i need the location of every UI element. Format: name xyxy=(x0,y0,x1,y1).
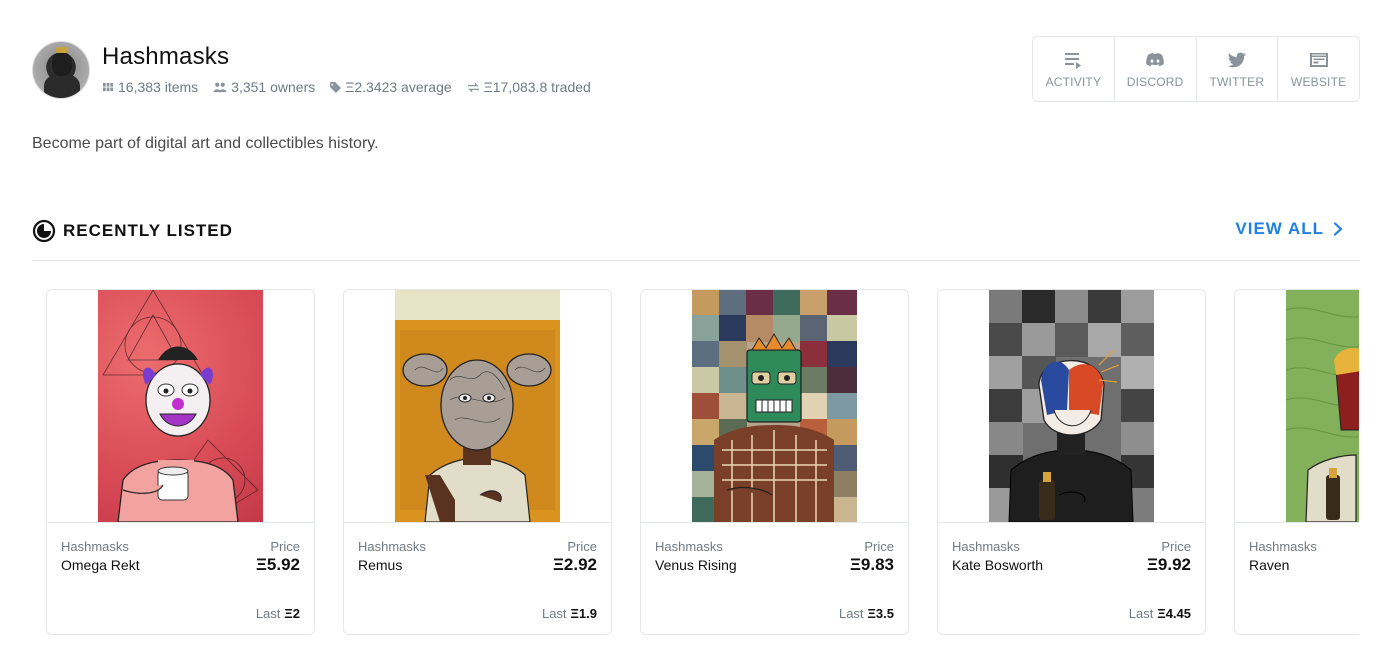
collection-header: Hashmasks 16,383 items 3,351 owners Ξ2.3… xyxy=(32,36,1360,102)
card-collection-name: Hashmasks xyxy=(358,539,426,554)
nft-artwork xyxy=(989,290,1154,522)
card-price: Ξ2.92 xyxy=(552,555,597,574)
nft-card[interactable]: Hashmasks Omega Rekt Price Ξ5.92 Last Ξ2 xyxy=(46,289,315,635)
card-last-sale: Last Ξ2 xyxy=(256,606,300,621)
nft-card[interactable]: Hashmasks Remus Price Ξ2.92 Last Ξ1.9 xyxy=(343,289,612,635)
stat-traded[interactable]: Ξ17,083.8 traded xyxy=(467,79,591,95)
twitter-icon xyxy=(1227,52,1246,67)
card-item-name: Kate Bosworth xyxy=(952,557,1044,573)
card-price: Ξ9.92 xyxy=(1146,555,1191,574)
discord-icon xyxy=(1146,52,1164,66)
card-collection-name: Hashmasks xyxy=(952,539,1020,554)
card-last-value: Ξ3.5 xyxy=(867,606,894,621)
card-last-sale: Last Ξ4.45 xyxy=(1129,606,1191,621)
activity-icon xyxy=(1065,52,1082,69)
card-collection-name: Hashmasks xyxy=(61,539,129,554)
card-price: Ξ5.92 xyxy=(255,555,300,574)
nft-card-image-area xyxy=(1235,290,1359,523)
card-last-value: Ξ1.9 xyxy=(570,606,597,621)
nft-artwork xyxy=(692,290,857,522)
stat-average[interactable]: Ξ2.3423 average xyxy=(330,79,452,95)
twitter-button[interactable]: TWITTER xyxy=(1197,37,1279,101)
nft-artwork xyxy=(1286,290,1359,522)
card-price-label: Price xyxy=(1161,539,1191,554)
tag-icon xyxy=(330,81,342,93)
stat-owners-text: 3,351 owners xyxy=(231,79,316,95)
card-last-value: Ξ2 xyxy=(284,606,300,621)
nft-card-image-area xyxy=(344,290,611,523)
grid-icon xyxy=(103,82,114,91)
card-last-sale: Last Ξ3.5 xyxy=(839,606,894,621)
swap-icon xyxy=(467,82,479,92)
card-last-label: Last xyxy=(838,606,864,621)
card-price-label: Price xyxy=(864,539,894,554)
social-links: ACTIVITY DISCORD TWITTER WEBSITE xyxy=(1032,36,1360,102)
recently-listed-header: RECENTLY LISTED VIEW ALL xyxy=(32,215,1360,261)
website-button[interactable]: WEBSITE xyxy=(1278,37,1359,101)
collection-description: Become part of digital art and collectib… xyxy=(32,135,379,152)
card-item-name: Omega Rekt xyxy=(61,557,140,573)
nft-card[interactable]: Hashmasks Kate Bosworth Price Ξ9.92 Last… xyxy=(937,289,1206,635)
website-icon xyxy=(1309,52,1328,67)
nft-card-image-area xyxy=(47,290,314,523)
card-last-label: Last xyxy=(255,606,281,621)
discord-label: DISCORD xyxy=(1126,74,1184,89)
activity-label: ACTIVITY xyxy=(1045,74,1102,89)
card-last-sale: Last Ξ1.9 xyxy=(542,606,597,621)
section-title-text: RECENTLY LISTED xyxy=(63,221,233,240)
nft-card-image-area xyxy=(938,290,1205,523)
nft-card[interactable]: Hashmasks Raven xyxy=(1234,289,1359,635)
view-all-link[interactable]: VIEW ALL xyxy=(1235,219,1344,239)
people-icon xyxy=(213,82,227,92)
card-item-name: Raven xyxy=(1249,557,1290,573)
website-label: WEBSITE xyxy=(1290,74,1347,89)
card-collection-name: Hashmasks xyxy=(655,539,723,554)
card-price-label: Price xyxy=(567,539,597,554)
card-price-label: Price xyxy=(270,539,300,554)
discord-button[interactable]: DISCORD xyxy=(1115,37,1197,101)
clock-icon xyxy=(32,219,56,243)
nft-artwork xyxy=(395,290,560,522)
card-collection-name: Hashmasks xyxy=(1249,539,1317,554)
activity-button[interactable]: ACTIVITY xyxy=(1033,37,1115,101)
twitter-label: TWITTER xyxy=(1209,74,1265,89)
collection-stats: 16,383 items 3,351 owners Ξ2.3423 averag… xyxy=(103,79,591,95)
card-last-label: Last xyxy=(541,606,567,621)
section-title: RECENTLY LISTED xyxy=(32,219,233,243)
view-all-text: VIEW ALL xyxy=(1235,219,1324,238)
card-price: Ξ9.83 xyxy=(849,555,894,574)
collection-title: Hashmasks xyxy=(102,43,230,70)
stat-items[interactable]: 16,383 items xyxy=(103,79,198,95)
stat-average-text: Ξ2.3423 average xyxy=(345,79,452,95)
card-item-name: Remus xyxy=(358,557,403,573)
nft-artwork xyxy=(98,290,263,522)
recently-listed-carousel: Hashmasks Omega Rekt Price Ξ5.92 LastΞ2 xyxy=(32,289,1359,649)
stat-traded-text: Ξ17,083.8 traded xyxy=(483,79,591,95)
card-item-name: Venus Rising xyxy=(655,557,737,573)
collection-avatar[interactable] xyxy=(32,41,90,99)
card-last-label: Last xyxy=(1128,606,1154,621)
card-last-value: Ξ4.45 xyxy=(1157,606,1191,621)
nft-card[interactable]: Hashmasks Venus Rising Price Ξ9.83 Last Ξ… xyxy=(640,289,909,635)
stat-items-text: 16,383 items xyxy=(118,79,199,95)
nft-card-image-area xyxy=(641,290,908,523)
stat-owners[interactable]: 3,351 owners xyxy=(213,79,315,95)
chevron-right-icon xyxy=(1333,222,1343,236)
